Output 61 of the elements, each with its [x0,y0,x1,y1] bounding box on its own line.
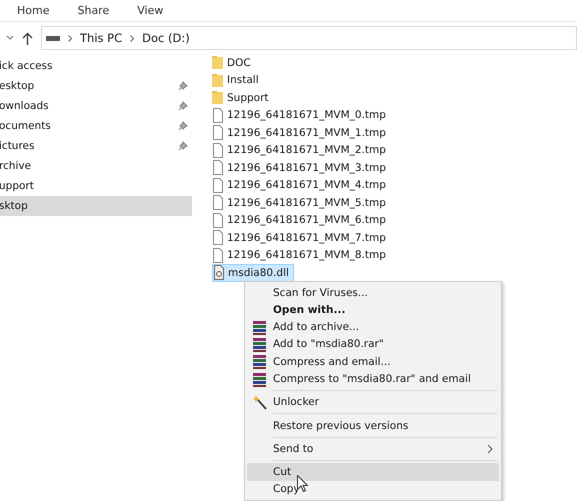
ribbon-tab[interactable]: View [130,2,170,21]
pin-icon[interactable] [178,141,188,151]
books-icon [253,354,267,370]
menu-item[interactable]: Scan for Viruses... [247,284,499,302]
file-item[interactable]: 12196_64181671_MVM_6.tmp [212,212,390,229]
nav-item[interactable]: ick access [0,56,192,76]
menu-item[interactable]: Compress to "msdia80.rar" and email [247,370,499,388]
drive-icon [46,35,60,41]
document-icon [212,212,223,228]
document-icon [213,265,224,280]
up-arrow-icon[interactable] [22,32,33,44]
menu-item[interactable]: Cut [247,463,499,481]
file-item[interactable]: DOC [212,54,255,72]
menu-item[interactable]: Unlocker [247,394,499,411]
nav-item[interactable]: ictures [0,136,192,156]
books-icon [253,336,267,352]
file-item[interactable]: 12196_64181671_MVM_1.tmp [212,124,390,142]
file-item[interactable]: 12196_64181671_MVM_2.tmp [212,142,390,159]
file-item[interactable]: msdia80.dll [212,264,294,282]
document-icon [212,195,223,210]
menu-item[interactable]: Send to [247,440,499,458]
file-item[interactable]: Support [212,89,273,106]
breadcrumb-item[interactable]: This PC [80,31,122,45]
chevron-right-icon [130,34,134,42]
document-icon [212,178,223,193]
chevron-right-icon [68,34,72,42]
ribbon-tab[interactable]: Share [70,2,116,21]
address-bar[interactable]: This PC Doc (D:) [41,26,577,50]
chevron-down-icon[interactable] [6,35,14,41]
document-icon [212,125,223,140]
menu-item[interactable]: Add to "msdia80.rar" [247,336,499,354]
document-icon [212,108,223,123]
menu-item[interactable]: Restore previous versions [247,416,499,434]
breadcrumb-item[interactable]: Doc (D:) [142,31,190,45]
document-icon [212,248,223,263]
document-icon [212,230,223,246]
menu-item[interactable]: Compress and email... [247,353,499,370]
file-item[interactable]: 12196_64181671_MVM_0.tmp [212,106,390,124]
nav-item[interactable]: upport [0,176,192,196]
file-item[interactable]: Install [212,72,263,89]
mouse-cursor-icon [297,475,308,492]
nav-item[interactable]: rchive [0,156,192,176]
file-item[interactable]: 12196_64181671_MVM_4.tmp [212,176,390,194]
books-icon [253,372,267,387]
folder-icon [212,90,223,106]
magic-wand-icon [253,394,267,410]
menu-item[interactable]: Add to archive... [247,318,499,336]
document-icon [212,142,223,158]
file-item[interactable]: 12196_64181671_MVM_7.tmp [212,229,390,246]
file-item[interactable]: 12196_64181671_MVM_5.tmp [212,194,390,212]
file-item[interactable]: 12196_64181671_MVM_3.tmp [212,159,390,176]
ribbon-tab[interactable]: Home [10,2,56,21]
folder-icon [212,55,223,70]
menu-item[interactable]: Open with... [247,301,499,319]
books-icon [253,320,267,335]
folder-icon [212,72,223,88]
pin-icon[interactable] [178,101,188,111]
pin-icon[interactable] [178,81,188,91]
file-item[interactable]: 12196_64181671_MVM_8.tmp [212,246,390,264]
document-icon [212,160,223,176]
pin-icon[interactable] [178,121,188,131]
